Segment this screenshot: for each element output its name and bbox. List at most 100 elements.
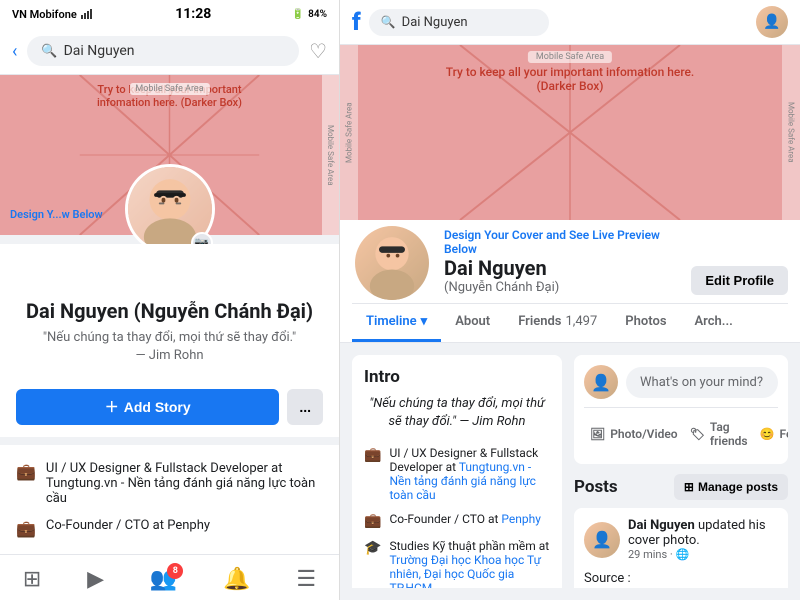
tab-friends[interactable]: Friends 1,497 (504, 304, 611, 342)
intro-link-3[interactable]: Trường Đại học Khoa học Tự nhiên, Đại họ… (389, 553, 541, 588)
post-author-avatar[interactable]: 👤 (584, 522, 620, 558)
posts-column: 👤 What's on your mind? 🖼 Photo/Video 🏷 T… (574, 355, 788, 588)
tab-timeline-label: Timeline (366, 314, 417, 329)
intro-icon-2: 💼 (364, 513, 381, 529)
posts-title: Posts (574, 477, 618, 497)
edit-profile-button[interactable]: Edit Profile (691, 266, 788, 295)
mobile-cover-area: Mobile Safe Area Mobile Safe Area Mobile… (0, 75, 339, 244)
status-bar: VN Mobifone 11:28 🔋 84% (0, 0, 339, 28)
intro-column: Intro "Nếu chúng ta thay đổi, mọi thứ sẽ… (352, 355, 562, 588)
home-icon: ⊞ (23, 567, 41, 592)
watch-icon: ▶ (87, 567, 104, 592)
intro-item-1: 💼 UI / UX Designer & Fullstack Developer… (364, 441, 550, 507)
photo-video-button[interactable]: 🖼 Photo/Video (584, 414, 684, 454)
manage-posts-label: Manage posts (698, 480, 778, 494)
desktop-name-area: Design Your Cover and See Live Preview B… (444, 228, 679, 303)
desktop-safe-left: Mobile Safe Area (340, 45, 358, 220)
mobile-action-buttons: ＋ Add Story ... (0, 381, 339, 437)
nav-watch[interactable]: ▶ (77, 563, 114, 596)
menu-icon: ☰ (296, 567, 316, 592)
fb-user-avatar[interactable]: 👤 (756, 6, 788, 38)
work-text-2: Co-Founder / CTO at Penphy (46, 518, 210, 533)
carrier-text: VN Mobifone (12, 8, 77, 21)
desktop-profile-sub: (Nguyễn Chánh Đại) (444, 280, 679, 295)
desktop-cover-box-text: Try to keep all your important infomatio… (440, 65, 700, 93)
desktop-avatar[interactable] (352, 223, 432, 303)
intro-title: Intro (364, 367, 550, 387)
plus-icon: ＋ (105, 397, 119, 417)
intro-text-3: Studies Kỹ thuật phần mềm at Trường Đại … (389, 539, 550, 588)
mobile-search-bar: ‹ 🔍 Dai Nguyen ♡ (0, 28, 339, 75)
intro-box: Intro "Nếu chúng ta thay đổi, mọi thứ sẽ… (352, 355, 562, 588)
fb-topbar: f 🔍 Dai Nguyen 👤 (340, 0, 800, 45)
post-header: 👤 Dai Nguyen updated his cover photo. 29… (574, 508, 788, 571)
desktop-main: Intro "Nếu chúng ta thay đổi, mọi thứ sẽ… (340, 343, 800, 600)
post-meta: Dai Nguyen updated his cover photo. 29 m… (628, 518, 778, 561)
mobile-safe-area-right: Mobile Safe Area (322, 75, 339, 235)
profile-name: Dai Nguyen (Nguyễn Chánh Đại) (16, 299, 323, 323)
source-label: Source : (584, 571, 631, 586)
feeling-icon: 😊 (760, 427, 775, 441)
desktop-profile-top: Design Your Cover and See Live Preview B… (352, 220, 788, 303)
intro-text-1: UI / UX Designer & Fullstack Developer a… (389, 446, 550, 502)
intro-link-1[interactable]: Tungtung.vn - Nền tảng đánh giá năng lực… (389, 460, 536, 502)
tab-more[interactable]: Arch... (681, 304, 747, 342)
bell-icon: 🔔 (223, 567, 250, 592)
feeling-button[interactable]: 😊 Fee... (754, 414, 788, 454)
mobile-panel: VN Mobifone 11:28 🔋 84% ‹ 🔍 Dai Nguyen ♡… (0, 0, 340, 600)
signal-icon (81, 9, 95, 19)
intro-icon-3: 🎓 (364, 540, 381, 556)
desktop-safe-area-label: Mobile Safe Area (528, 51, 612, 63)
nav-friends[interactable]: 👥 8 (140, 563, 187, 596)
posts-header: Posts ⊞ Manage posts (574, 474, 788, 500)
intro-link-2[interactable]: Penphy (501, 512, 541, 526)
add-story-button[interactable]: ＋ Add Story (16, 389, 279, 425)
fb-search-bar[interactable]: 🔍 Dai Nguyen (369, 9, 549, 36)
quote-text: "Nếu chúng ta thay đổi, mọi thứ sẽ thay … (43, 330, 296, 345)
post-time: 29 mins · 🌐 (628, 548, 778, 561)
work-icon-1: 💼 (16, 462, 36, 481)
more-button[interactable]: ... (287, 389, 323, 425)
tag-icon: 🏷 (690, 427, 705, 441)
source-link[interactable]: https://icons8.com/ouch (584, 586, 778, 588)
intro-item-3: 🎓 Studies Kỹ thuật phần mềm at Trường Đạ… (364, 534, 550, 588)
work-link-2[interactable]: Penphy (167, 518, 210, 533)
intro-quote: "Nếu chúng ta thay đổi, mọi thứ sẽ thay … (364, 395, 550, 431)
manage-posts-button[interactable]: ⊞ Manage posts (674, 474, 788, 500)
camera-badge[interactable]: 📷 (191, 232, 213, 244)
work-link-1[interactable]: Tungtung.vn - Nền tảng đánh giá năng lực… (46, 476, 315, 506)
desktop-profile-bar: Design Your Cover and See Live Preview B… (340, 220, 800, 343)
work-text-1: UI / UX Designer & Fullstack Developer a… (46, 461, 323, 506)
create-post-input[interactable]: What's on your mind? (626, 367, 778, 398)
desktop-profile-name: Dai Nguyen (444, 256, 679, 280)
tab-friends-label: Friends (518, 314, 561, 329)
status-right: 🔋 84% (292, 9, 327, 20)
tab-about-label: About (455, 314, 490, 329)
create-post-top: 👤 What's on your mind? (584, 365, 778, 399)
battery-level: 84% (308, 9, 327, 20)
time-display: 11:28 (175, 6, 211, 22)
tab-photos[interactable]: Photos (611, 304, 680, 342)
tab-about[interactable]: About (441, 304, 504, 342)
nav-notifications[interactable]: 🔔 (213, 563, 260, 596)
quote-author: — Jim Rohn (135, 348, 203, 363)
feeling-label: Fee... (780, 427, 788, 441)
work-item-2: 💼 Co-Founder / CTO at Penphy (16, 512, 323, 544)
nav-home[interactable]: ⊞ (13, 563, 51, 596)
friends-badge: 8 (167, 563, 183, 579)
tag-friends-button[interactable]: 🏷 Tag friends (684, 414, 754, 454)
desktop-cover: Mobile Safe Area Mobile Safe Area Mobile… (340, 45, 800, 220)
photo-icon: 🖼 (590, 427, 605, 441)
profile-tabs: Timeline ▾ About Friends 1,497 Photos Ar… (352, 303, 788, 342)
tab-timeline[interactable]: Timeline ▾ (352, 304, 441, 342)
battery-icon: 🔋 (292, 9, 304, 20)
back-button[interactable]: ‹ (12, 41, 17, 62)
heart-icon[interactable]: ♡ (309, 39, 327, 63)
fb-search-value: Dai Nguyen (402, 15, 468, 30)
search-input-container[interactable]: 🔍 Dai Nguyen (27, 36, 299, 66)
manage-icon: ⊞ (684, 480, 694, 494)
create-post-avatar: 👤 (584, 365, 618, 399)
create-post-box: 👤 What's on your mind? 🖼 Photo/Video 🏷 T… (574, 355, 788, 464)
desktop-safe-right: Mobile Safe Area (782, 45, 800, 220)
nav-menu[interactable]: ☰ (286, 563, 326, 596)
